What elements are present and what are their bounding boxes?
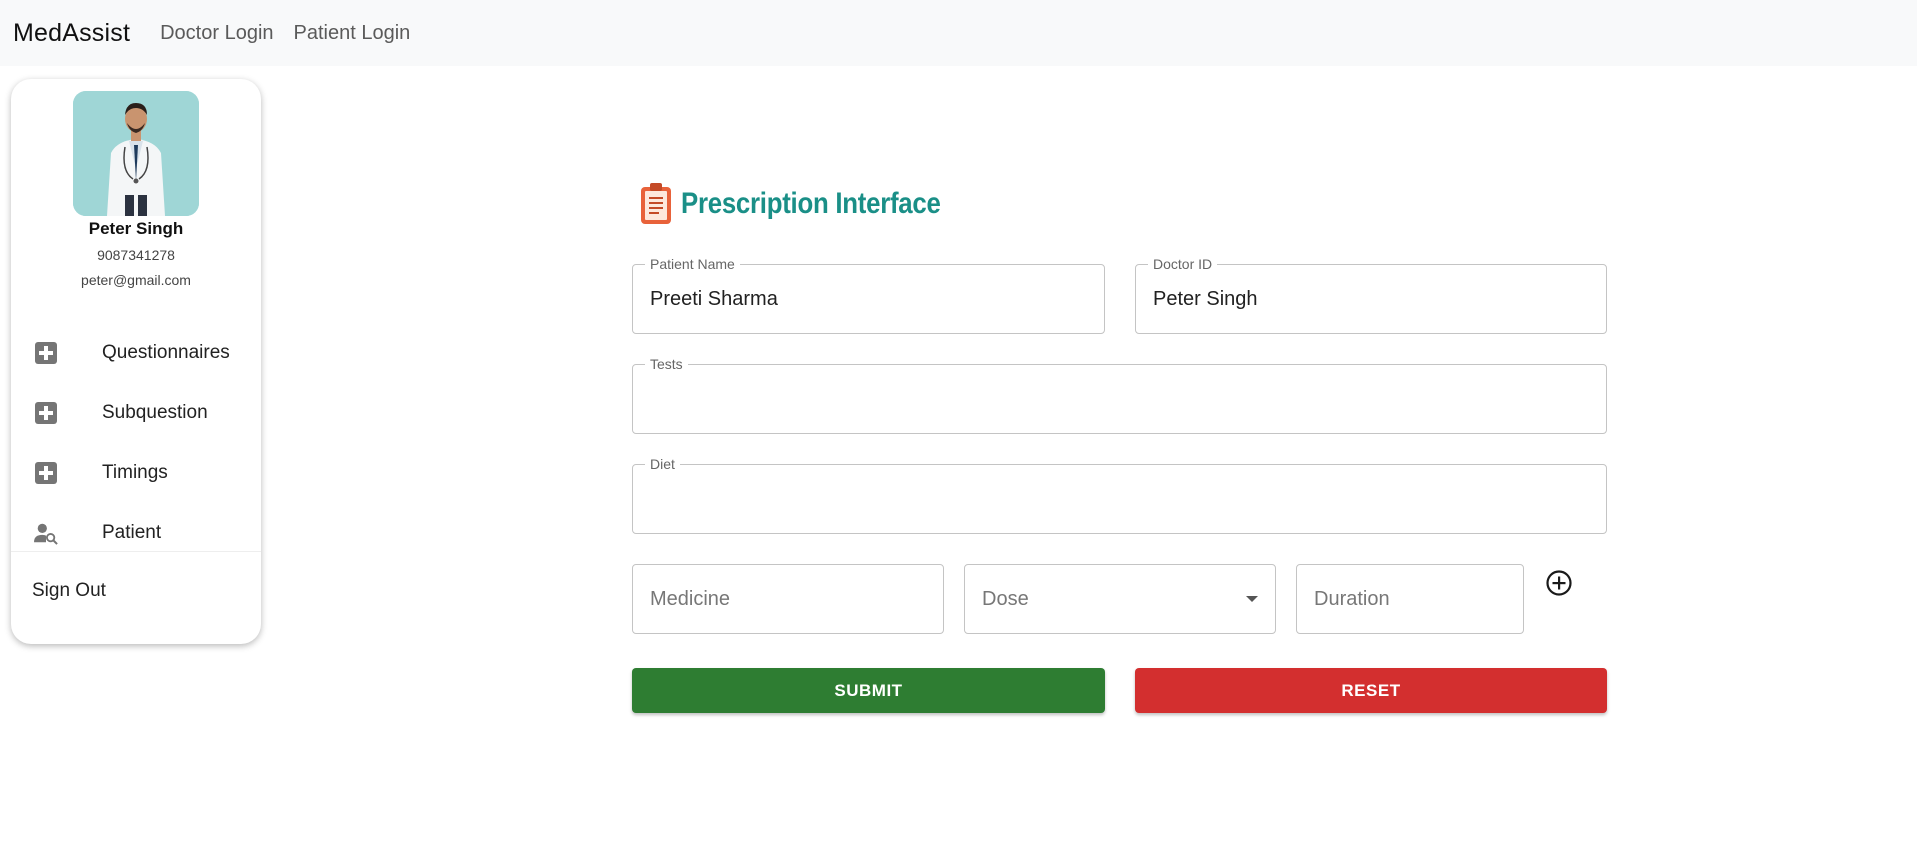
patient-login-link[interactable]: Patient Login xyxy=(294,22,411,45)
tests-label: Tests xyxy=(645,356,688,372)
sign-out-button[interactable]: Sign Out xyxy=(32,580,106,602)
page-title: Prescription Interface xyxy=(681,187,941,220)
plus-box-icon xyxy=(34,341,58,365)
tests-field[interactable]: Tests xyxy=(632,356,1607,434)
diet-field[interactable]: Diet xyxy=(632,456,1607,534)
form-header: Prescription Interface xyxy=(639,180,983,228)
sidebar: Peter Singh 9087341278 peter@gmail.com Q… xyxy=(11,79,261,644)
doctor-photo-icon xyxy=(73,91,199,216)
sidebar-item-patient[interactable]: Patient xyxy=(11,511,261,555)
avatar xyxy=(73,91,199,216)
medicine-field xyxy=(632,564,944,634)
medicine-input[interactable] xyxy=(633,565,943,633)
duration-field xyxy=(1296,564,1524,634)
plus-box-icon xyxy=(34,401,58,425)
diet-label: Diet xyxy=(645,456,680,472)
dose-input[interactable] xyxy=(965,565,1275,633)
sidebar-divider xyxy=(11,551,261,552)
add-circle-icon xyxy=(1546,570,1572,596)
clipboard-icon xyxy=(641,183,671,224)
dose-select[interactable] xyxy=(964,564,1276,634)
submit-button[interactable]: SUBMIT xyxy=(632,668,1105,713)
add-medicine-button[interactable] xyxy=(1545,569,1573,597)
sidebar-item-label: Subquestion xyxy=(102,402,208,423)
sidebar-item-questionnaires[interactable]: Questionnaires xyxy=(11,331,261,375)
reset-button[interactable]: RESET xyxy=(1135,668,1607,713)
profile-name: Peter Singh xyxy=(88,219,184,238)
doctor-id-field[interactable]: Doctor ID Peter Singh xyxy=(1135,256,1607,334)
patient-name-field[interactable]: Patient Name Preeti Sharma xyxy=(632,256,1105,334)
sidebar-item-subquestion[interactable]: Subquestion xyxy=(11,391,261,435)
sidebar-item-timings[interactable]: Timings xyxy=(11,451,261,495)
sidebar-item-label: Timings xyxy=(102,462,168,483)
doctor-id-value: Peter Singh xyxy=(1153,288,1258,310)
top-navbar: MedAssist Doctor Login Patient Login xyxy=(0,0,1917,66)
doctor-login-link[interactable]: Doctor Login xyxy=(160,22,273,45)
profile-phone: 9087341278 xyxy=(97,247,175,263)
profile-email: peter@gmail.com xyxy=(81,272,191,288)
sidebar-item-label: Patient xyxy=(102,522,162,543)
sidebar-item-label: Questionnaires xyxy=(102,342,230,363)
brand-logo[interactable]: MedAssist xyxy=(13,19,130,48)
plus-box-icon xyxy=(34,461,58,485)
person-search-icon xyxy=(34,521,58,545)
patient-name-value: Preeti Sharma xyxy=(650,288,778,310)
dropdown-arrow-icon xyxy=(1246,596,1258,602)
duration-input[interactable] xyxy=(1297,565,1523,633)
